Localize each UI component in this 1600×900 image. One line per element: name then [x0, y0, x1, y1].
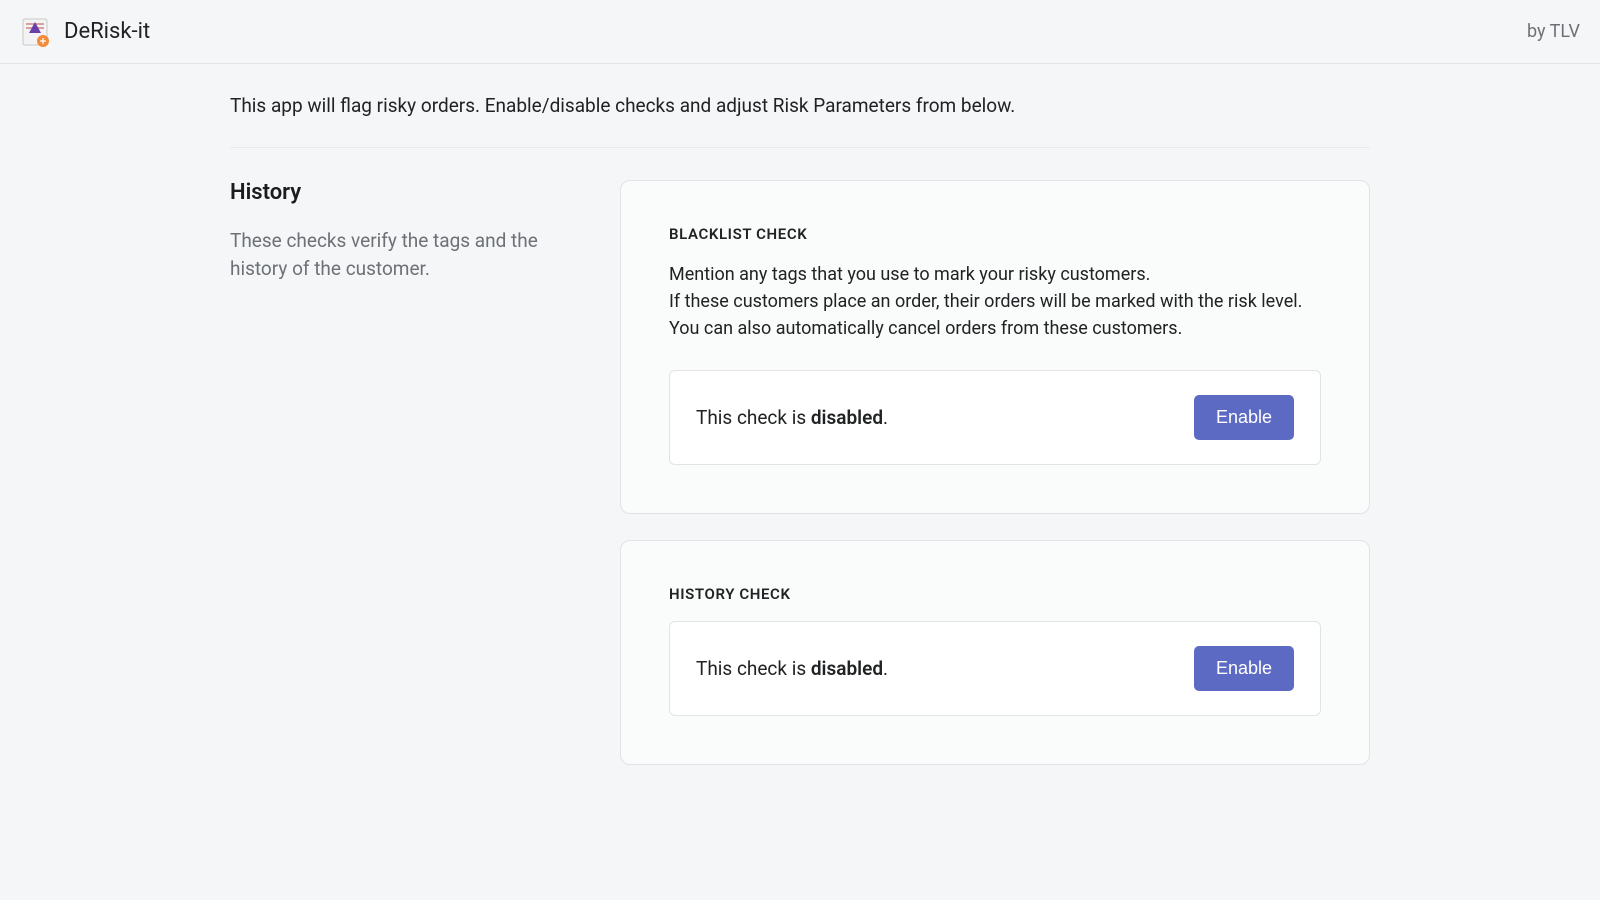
header-byline: by TLV: [1527, 21, 1580, 42]
status-prefix: This check is: [696, 657, 811, 680]
history-status-box: This check is disabled. Enable: [669, 621, 1321, 716]
blacklist-desc-line3: You can also automatically cancel orders…: [669, 318, 1182, 339]
history-section: History These checks verify the tags and…: [230, 180, 1370, 765]
app-logo-icon: [20, 17, 50, 47]
blacklist-check-heading: BLACKLIST CHECK: [669, 225, 1321, 243]
app-header: DeRisk-it by TLV: [0, 0, 1600, 64]
blacklist-enable-button[interactable]: Enable: [1194, 395, 1294, 440]
app-title: DeRisk-it: [64, 19, 150, 44]
section-title: History: [230, 180, 590, 205]
section-cards: BLACKLIST CHECK Mention any tags that yo…: [620, 180, 1370, 765]
status-prefix: This check is: [696, 406, 811, 429]
blacklist-status-text: This check is disabled.: [696, 406, 888, 429]
status-suffix: .: [883, 657, 888, 680]
section-sidebar: History These checks verify the tags and…: [230, 180, 590, 765]
blacklist-check-description: Mention any tags that you use to mark yo…: [669, 261, 1321, 342]
history-check-card: HISTORY CHECK This check is disabled. En…: [620, 540, 1370, 765]
blacklist-desc-line1: Mention any tags that you use to mark yo…: [669, 264, 1150, 285]
blacklist-check-card: BLACKLIST CHECK Mention any tags that yo…: [620, 180, 1370, 514]
section-description: These checks verify the tags and the his…: [230, 227, 590, 282]
blacklist-desc-line2: If these customers place an order, their…: [669, 291, 1302, 312]
main-content: This app will flag risky orders. Enable/…: [230, 64, 1370, 765]
history-check-heading: HISTORY CHECK: [669, 585, 1321, 603]
blacklist-status-box: This check is disabled. Enable: [669, 370, 1321, 465]
history-status-text: This check is disabled.: [696, 657, 888, 680]
history-enable-button[interactable]: Enable: [1194, 646, 1294, 691]
intro-text: This app will flag risky orders. Enable/…: [230, 94, 1370, 148]
header-left: DeRisk-it: [20, 17, 150, 47]
status-word: disabled: [811, 406, 883, 429]
status-word: disabled: [811, 657, 883, 680]
status-suffix: .: [883, 406, 888, 429]
